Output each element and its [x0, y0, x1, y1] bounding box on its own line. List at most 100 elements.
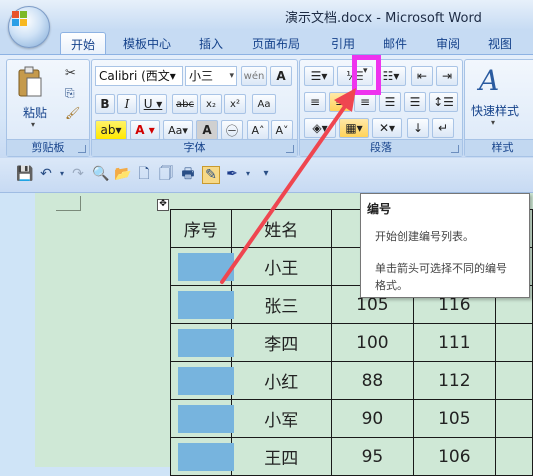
- new-document-icon[interactable]: 🗋: [136, 166, 152, 182]
- paste-icon[interactable]: [13, 64, 47, 100]
- table-cell[interactable]: 95: [330, 437, 414, 476]
- redo-icon[interactable]: ↷: [70, 166, 86, 182]
- draw-table-icon[interactable]: ✎: [202, 166, 220, 184]
- highlight-button[interactable]: ab▾: [95, 120, 127, 140]
- line-spacing-button[interactable]: ↕☰: [429, 92, 458, 112]
- table-cell-number[interactable]: [170, 361, 234, 400]
- format-painter-icon[interactable]: 🖌: [65, 106, 80, 120]
- table-cell[interactable]: [494, 399, 533, 438]
- font-launcher-icon[interactable]: [286, 145, 294, 153]
- justify-button[interactable]: ☰: [379, 92, 401, 112]
- paste-dropdown-icon[interactable]: ▾: [31, 120, 35, 129]
- table-cell[interactable]: 105: [412, 399, 496, 438]
- table-cell-number[interactable]: [170, 399, 234, 438]
- copy-icon[interactable]: ⎘: [65, 86, 75, 101]
- table-cell[interactable]: 张三: [230, 285, 332, 324]
- tab-references[interactable]: 引用: [331, 35, 355, 52]
- customize-qat-icon[interactable]: ▾: [258, 166, 274, 182]
- blank-page-icon[interactable]: 🗍: [158, 166, 174, 182]
- table-move-handle-icon[interactable]: ✥: [157, 199, 169, 211]
- subscript-button[interactable]: x₂: [200, 94, 222, 114]
- tab-review[interactable]: 审阅: [436, 35, 460, 52]
- quick-styles-label[interactable]: 快速样式: [471, 102, 519, 119]
- open-icon[interactable]: 📂: [114, 166, 131, 182]
- chinese-layout-button[interactable]: ✕▾: [372, 118, 402, 138]
- phonetic-guide-button[interactable]: wén: [241, 66, 267, 86]
- numbering-dropdown-icon[interactable]: ▾: [363, 66, 368, 76]
- paste-label[interactable]: 粘贴: [23, 104, 47, 121]
- decrease-indent-button[interactable]: ⇤: [411, 66, 433, 86]
- align-left-button[interactable]: ≡: [304, 92, 326, 112]
- bullets-button[interactable]: ☰▾: [304, 66, 334, 86]
- italic-button[interactable]: I: [117, 94, 137, 114]
- tab-template-center[interactable]: 模板中心: [123, 35, 171, 52]
- table-cell[interactable]: 小红: [230, 361, 332, 400]
- show-marks-button[interactable]: ↵: [432, 118, 454, 138]
- ribbon: 粘贴 ▾ ✂ ⎘ 🖌 剪贴板 Calibri (西文▾ 小三 ▾ wén A B …: [0, 54, 533, 159]
- table-header-cell[interactable]: 姓名: [230, 209, 332, 248]
- undo-icon[interactable]: ↶: [38, 166, 54, 182]
- enclose-chars-button[interactable]: ㊀: [221, 120, 243, 140]
- pen-color-dropdown-icon[interactable]: ▾: [240, 166, 256, 182]
- table-cell[interactable]: [494, 361, 533, 400]
- print-icon[interactable]: 🖶: [180, 166, 196, 182]
- sort-button[interactable]: ↓: [407, 118, 429, 138]
- print-preview-icon[interactable]: 🔍: [92, 166, 109, 182]
- tab-insert[interactable]: 插入: [199, 35, 223, 52]
- cut-icon[interactable]: ✂: [65, 66, 76, 81]
- font-group: Calibri (西文▾ 小三 ▾ wén A B I U ▾ abc x₂ x²…: [91, 59, 298, 157]
- underline-button[interactable]: U ▾: [139, 94, 167, 114]
- table-cell[interactable]: [494, 323, 533, 362]
- align-center-button[interactable]: ≡: [329, 92, 351, 112]
- selected-cell-fill: [178, 329, 234, 357]
- table-cell[interactable]: 88: [330, 361, 414, 400]
- table-cell-number[interactable]: [170, 323, 234, 362]
- table-cell[interactable]: 小王: [230, 247, 332, 286]
- tab-view[interactable]: 视图: [488, 35, 512, 52]
- table-cell-number[interactable]: [170, 247, 234, 286]
- pen-color-icon[interactable]: ✒: [224, 166, 240, 182]
- table-row: 王四 95 106: [170, 437, 533, 476]
- undo-dropdown-icon[interactable]: ▾: [54, 166, 70, 182]
- font-color-button[interactable]: A ▾: [130, 120, 160, 140]
- char-shading-button[interactable]: A: [196, 120, 218, 140]
- table-cell[interactable]: 112: [412, 361, 496, 400]
- char-border-button[interactable]: A: [270, 66, 292, 86]
- borders-button[interactable]: ▦▾: [339, 118, 369, 138]
- paragraph-launcher-icon[interactable]: [451, 145, 459, 153]
- shrink-font-button[interactable]: A˅: [271, 120, 293, 140]
- clear-format-button[interactable]: Aa: [252, 94, 276, 114]
- table-cell[interactable]: 111: [412, 323, 496, 362]
- table-cell[interactable]: [494, 437, 533, 476]
- table-cell[interactable]: 106: [412, 437, 496, 476]
- table-cell-number[interactable]: [170, 285, 234, 324]
- table-cell[interactable]: 小军: [230, 399, 332, 438]
- table-cell[interactable]: 王四: [230, 437, 332, 476]
- bold-button[interactable]: B: [95, 94, 115, 114]
- clipboard-launcher-icon[interactable]: [78, 145, 86, 153]
- tab-mailings[interactable]: 邮件: [383, 35, 407, 52]
- grow-font-button[interactable]: A˄: [247, 120, 269, 140]
- table-row: 小红 88 112: [170, 361, 533, 400]
- font-size-select[interactable]: 小三 ▾: [185, 66, 237, 86]
- quick-styles-dropdown-icon[interactable]: ▾: [491, 118, 495, 127]
- distribute-button[interactable]: ☰: [404, 92, 426, 112]
- table-cell[interactable]: 李四: [230, 323, 332, 362]
- tooltip-title: 编号: [367, 202, 392, 216]
- shading-button[interactable]: ◈▾: [304, 118, 336, 138]
- table-cell-number[interactable]: [170, 437, 234, 476]
- save-icon[interactable]: 💾: [16, 166, 33, 182]
- align-right-button[interactable]: ≡: [354, 92, 376, 112]
- strikethrough-button[interactable]: abc: [172, 94, 198, 114]
- numbering-tooltip: 编号 开始创建编号列表。 单击箭头可选择不同的编号 格式。: [360, 193, 530, 298]
- selected-cell-fill: [178, 291, 234, 319]
- increase-indent-button[interactable]: ⇥: [436, 66, 458, 86]
- superscript-button[interactable]: x²: [224, 94, 246, 114]
- font-name-select[interactable]: Calibri (西文▾: [95, 66, 183, 86]
- table-cell[interactable]: 90: [330, 399, 414, 438]
- quick-styles-icon[interactable]: A: [479, 64, 499, 97]
- change-case-button[interactable]: Aa▾: [163, 120, 193, 140]
- table-cell[interactable]: 100: [330, 323, 414, 362]
- tab-page-layout[interactable]: 页面布局: [252, 35, 300, 52]
- table-header-cell[interactable]: 序号: [170, 209, 232, 248]
